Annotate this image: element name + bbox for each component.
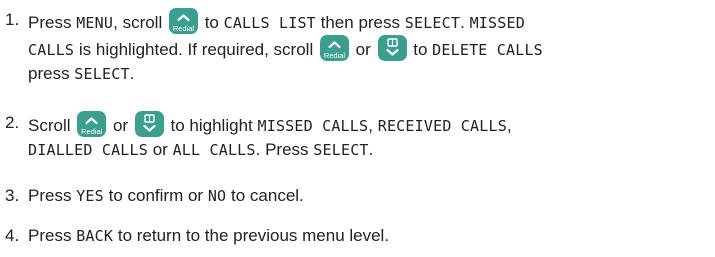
back-key-label: BACK: [76, 227, 114, 245]
select-key-label: SELECT: [74, 65, 130, 83]
instruction-steps: 1. Press MENU, scroll Redial to CALLS LI…: [0, 0, 715, 257]
text: .: [460, 13, 470, 32]
redial-label: Redial: [81, 127, 103, 136]
step-text: Press MENU, scroll Redial to CALLS LIST …: [28, 8, 708, 86]
text: .: [368, 140, 374, 159]
received-calls-label: RECEIVED CALLS: [377, 117, 507, 135]
text: Press: [28, 13, 77, 32]
text: Scroll: [28, 116, 76, 135]
step-number: 4.: [5, 226, 20, 245]
step-number: 3.: [5, 186, 20, 205]
text: .: [129, 64, 135, 83]
step-text: Scroll Redial or to highlight MISSED CAL…: [28, 111, 708, 162]
text: Press: [28, 186, 77, 205]
no-key-label: NO: [207, 187, 227, 205]
text: or: [148, 140, 173, 159]
redial-up-key-icon: Redial: [319, 35, 349, 61]
text: to confirm or: [103, 186, 208, 205]
text: then press: [315, 13, 405, 32]
delete-calls-label: DELETE CALLS: [432, 41, 543, 59]
text: or: [108, 116, 133, 135]
text: ,: [368, 116, 378, 135]
yes-key-label: YES: [76, 187, 104, 205]
select-key-label: SELECT: [404, 14, 461, 32]
text: to: [408, 40, 433, 59]
all-calls-label: ALL CALLS: [172, 141, 256, 159]
redial-up-key-icon: Redial: [77, 111, 107, 137]
step-number: 1.: [5, 10, 20, 29]
text: to return to the previous menu level.: [113, 226, 390, 245]
calls-label: CALLS: [28, 41, 75, 59]
redial-label: Redial: [323, 51, 346, 60]
step-text: Press BACK to return to the previous men…: [28, 224, 708, 248]
select-key-label: SELECT: [313, 141, 369, 159]
text: press: [28, 64, 75, 83]
calls-list-label: CALLS LIST: [223, 14, 316, 32]
phonebook-down-key-icon: [134, 111, 164, 137]
redial-up-key-icon: Redial: [168, 8, 198, 34]
text: to highlight: [165, 116, 258, 135]
text: ,: [506, 116, 512, 135]
missed-calls-label: MISSED CALLS: [257, 117, 369, 135]
text: to cancel.: [226, 186, 304, 205]
redial-label: Redial: [172, 24, 195, 33]
text: Press: [28, 226, 77, 245]
step-text: Press YES to confirm or NO to cancel.: [28, 184, 708, 208]
menu-key-label: MENU: [76, 14, 114, 32]
phonebook-down-key-icon: [377, 35, 407, 61]
text: to: [199, 13, 224, 32]
text: . Press: [255, 140, 314, 159]
text: or: [350, 40, 376, 59]
dialled-calls-label: DIALLED CALLS: [28, 141, 148, 159]
text: , scroll: [113, 13, 167, 32]
text: is highlighted. If required, scroll: [74, 40, 318, 59]
missed-label: MISSED: [469, 14, 525, 32]
step-number: 2.: [5, 113, 20, 132]
